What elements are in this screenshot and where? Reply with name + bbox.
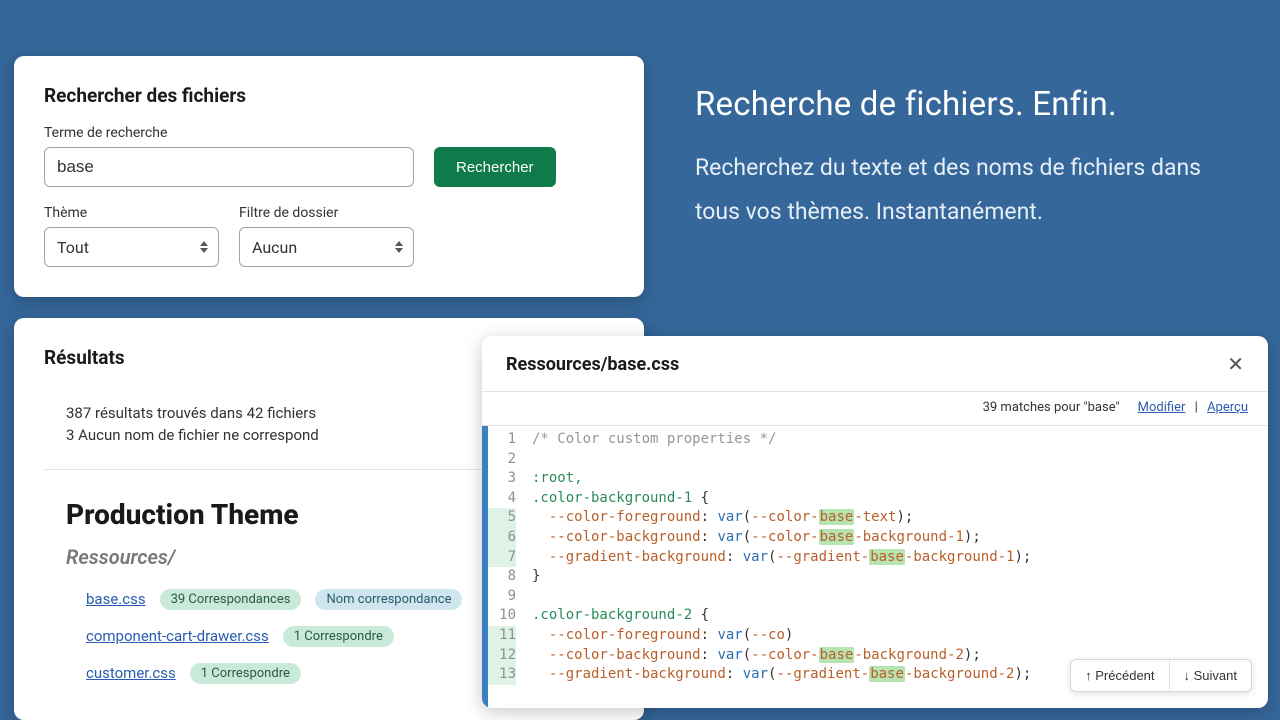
- theme-select[interactable]: Tout: [44, 227, 219, 267]
- name-match-pill: Nom correspondance: [315, 589, 462, 610]
- matches-count: 39 matches pour "base": [983, 400, 1120, 415]
- search-input[interactable]: [44, 147, 414, 187]
- file-link[interactable]: component-cart-drawer.css: [86, 627, 269, 645]
- file-link[interactable]: customer.css: [86, 664, 176, 682]
- theme-label: Thème: [44, 205, 219, 221]
- edit-link[interactable]: Modifier: [1138, 400, 1186, 415]
- chevron-updown-icon: [395, 241, 403, 253]
- preview-link[interactable]: Aperçu: [1207, 400, 1248, 415]
- matches-pill: 1 Correspondre: [283, 626, 394, 647]
- search-card: Rechercher des fichiers Terme de recherc…: [14, 56, 644, 297]
- matches-pill: 39 Correspondances: [160, 589, 302, 610]
- hero-title: Recherche de fichiers. Enfin.: [695, 85, 1240, 124]
- prev-match-button[interactable]: ↑ Précédent: [1071, 660, 1169, 691]
- hero: Recherche de fichiers. Enfin. Recherchez…: [695, 85, 1240, 233]
- theme-value: Tout: [57, 238, 89, 257]
- code-panel: Ressources/base.css ✕ 39 matches pour "b…: [482, 336, 1268, 708]
- search-button[interactable]: Rechercher: [434, 147, 556, 187]
- term-label: Terme de recherche: [44, 125, 414, 141]
- line-gutter: 12345678910111213: [488, 426, 522, 708]
- folder-select[interactable]: Aucun: [239, 227, 414, 267]
- folder-value: Aucun: [252, 238, 297, 257]
- search-title: Rechercher des fichiers: [44, 84, 614, 107]
- close-icon[interactable]: ✕: [1227, 355, 1244, 375]
- chevron-updown-icon: [200, 241, 208, 253]
- file-link[interactable]: base.css: [86, 590, 146, 608]
- matches-pill: 1 Correspondre: [190, 663, 301, 684]
- code-title: Ressources/base.css: [506, 354, 679, 375]
- next-match-button[interactable]: ↓ Suivant: [1170, 660, 1251, 691]
- folder-label: Filtre de dossier: [239, 205, 414, 221]
- hero-subtitle: Recherchez du texte et des noms de fichi…: [695, 146, 1240, 233]
- match-nav: ↑ Précédent ↓ Suivant: [1070, 659, 1252, 692]
- code-body: 12345678910111213 /* Color custom proper…: [482, 425, 1268, 708]
